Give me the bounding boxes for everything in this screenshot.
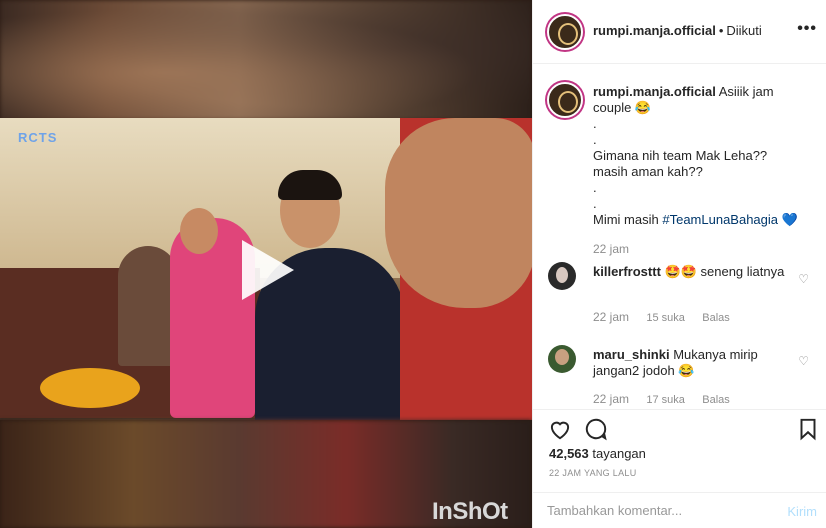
- post-timestamp[interactable]: 22 JAM YANG LALU: [549, 468, 637, 478]
- separator-dot: •: [718, 23, 724, 38]
- comment-username[interactable]: killerfrosttt: [593, 264, 661, 279]
- caption-username[interactable]: rumpi.manja.official: [593, 84, 716, 99]
- view-count-number: 42,563: [549, 446, 589, 461]
- comment-likes[interactable]: 15 suka: [646, 312, 685, 324]
- comment-username[interactable]: maru_shinki: [593, 347, 670, 362]
- comment-text: killerfrosttt 🤩🤩 seneng liatnya: [593, 264, 793, 280]
- comment-input[interactable]: [547, 503, 767, 518]
- like-comment-icon[interactable]: ♡: [798, 354, 809, 368]
- caption-line: Mimi masih: [593, 212, 659, 227]
- comment-text: maru_shinki Mukanya mirip jangan2 jodoh …: [593, 347, 793, 379]
- add-comment-section: Kirim: [533, 493, 826, 528]
- avatar[interactable]: [547, 14, 583, 50]
- caption-line: .: [593, 196, 597, 211]
- post-comment-button[interactable]: Kirim: [787, 504, 817, 519]
- caption-avatar[interactable]: [547, 82, 583, 118]
- post-header: rumpi.manja.official • Diikuti •••: [533, 0, 826, 64]
- food-plate: [40, 368, 140, 408]
- caption-line: .: [593, 180, 597, 195]
- heart-icon[interactable]: [547, 416, 573, 442]
- instagram-post: RCTS InShOt rumpi.manja.official • Diikuti…: [0, 0, 826, 528]
- header-user: rumpi.manja.official • Diikuti: [593, 23, 762, 38]
- bookmark-icon[interactable]: [795, 416, 821, 442]
- reply-button[interactable]: Balas: [702, 312, 730, 324]
- watermark-text: RCTS: [18, 130, 58, 145]
- caption-text: rumpi.manja.official Asiiik jam couple 😂…: [593, 84, 798, 228]
- person-girl: [118, 246, 178, 366]
- caption-line: Gimana nih team Mak Leha?? masih aman ka…: [593, 148, 768, 179]
- hashtag-link[interactable]: #TeamLunaBahagia: [662, 212, 778, 227]
- video-blur-top: [0, 0, 532, 120]
- view-count[interactable]: 42,563 tayangan: [549, 446, 646, 461]
- more-options-icon[interactable]: •••: [797, 20, 817, 38]
- view-count-label: tayangan: [592, 446, 646, 461]
- comment-body: 🤩🤩 seneng liatnya: [664, 264, 785, 279]
- inshot-watermark: InShOt: [432, 498, 508, 525]
- username-link[interactable]: rumpi.manja.official: [593, 23, 716, 38]
- avatar[interactable]: [548, 262, 576, 290]
- person-right-head: [385, 118, 532, 308]
- comment-time[interactable]: 22 jam: [593, 310, 629, 324]
- comments-list[interactable]: rumpi.manja.official Asiiik jam couple 😂…: [533, 64, 826, 409]
- like-comment-icon[interactable]: ♡: [798, 272, 809, 286]
- avatar[interactable]: [548, 345, 576, 373]
- person-man-hair: [278, 170, 342, 200]
- action-bar: 42,563 tayangan 22 JAM YANG LALU: [533, 409, 826, 493]
- reply-button[interactable]: Balas: [702, 394, 730, 406]
- post-sidebar: rumpi.manja.official • Diikuti ••• rumpi.m…: [532, 0, 826, 528]
- comment-meta: 22 jam 15 suka Balas: [593, 310, 744, 324]
- blue-heart-emoji: 💙: [781, 212, 798, 227]
- follow-button[interactable]: Diikuti: [726, 23, 761, 38]
- tv-watermark: RCTS: [18, 130, 57, 145]
- comment-time[interactable]: 22 jam: [593, 392, 629, 406]
- comment-icon[interactable]: [583, 416, 609, 442]
- comment-meta: 22 jam 17 suka Balas: [593, 392, 744, 406]
- play-icon[interactable]: [236, 238, 296, 300]
- caption-timestamp[interactable]: 22 jam: [593, 242, 629, 256]
- person-pink-head: [180, 208, 218, 254]
- video-player[interactable]: RCTS InShOt: [0, 0, 532, 528]
- comment-likes[interactable]: 17 suka: [646, 394, 685, 406]
- caption-line: .: [593, 132, 597, 147]
- caption-line: .: [593, 116, 597, 131]
